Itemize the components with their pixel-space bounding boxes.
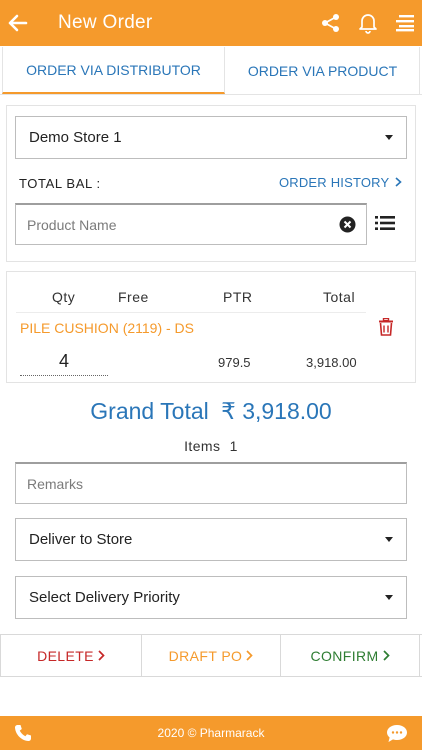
rupee-symbol: ₹ (221, 398, 236, 424)
ptr-value: 979.5 (218, 355, 251, 370)
trash-icon[interactable] (378, 318, 394, 336)
footer-copyright: 2020 © Pharmarack (157, 726, 265, 740)
delivery-priority-value: Select Delivery Priority (29, 589, 180, 606)
product-row-name: PILE CUSHION (2119) - DS (20, 320, 195, 336)
total-balance-label: TOTAL BAL : (19, 176, 101, 191)
chevron-right-icon (98, 650, 105, 661)
order-mode-tabs: ORDER VIA DISTRIBUTOR ORDER VIA PRODUCT (0, 47, 422, 95)
store-select[interactable]: Demo Store 1 (15, 116, 407, 159)
items-label: Items (184, 438, 221, 454)
action-bar: DELETE DRAFT PO CONFIRM (0, 634, 422, 677)
product-name-input[interactable]: Product Name (15, 203, 367, 245)
draft-po-button[interactable]: DRAFT PO (141, 635, 280, 676)
items-value: 1 (229, 438, 238, 454)
product-name-placeholder: Product Name (27, 216, 117, 233)
app-header: New Order (0, 0, 422, 46)
items-count: Items 1 (0, 438, 422, 454)
column-header-total: Total (323, 289, 356, 305)
grand-total-label: Grand Total (90, 398, 209, 424)
quantity-input[interactable]: 4 (20, 351, 108, 376)
list-icon[interactable] (375, 213, 395, 233)
caret-down-icon (385, 537, 393, 542)
share-icon[interactable] (318, 10, 344, 36)
column-header-qty: Qty (52, 289, 76, 305)
column-header-free: Free (118, 289, 149, 305)
tab-order-via-distributor[interactable]: ORDER VIA DISTRIBUTOR (2, 47, 225, 94)
app-footer: 2020 © Pharmarack (0, 716, 422, 750)
confirm-label: CONFIRM (310, 647, 379, 664)
delete-button[interactable]: DELETE (0, 635, 141, 676)
chevron-right-icon (246, 650, 254, 661)
delete-label: DELETE (37, 647, 94, 664)
column-header-ptr: PTR (223, 289, 253, 305)
remarks-placeholder: Remarks (27, 475, 84, 492)
grand-total-value: 3,918.00 (242, 398, 332, 424)
deliver-to-value: Deliver to Store (29, 531, 133, 548)
caret-down-icon (385, 595, 393, 600)
chevron-right-icon (382, 650, 390, 661)
chevron-right-icon (395, 177, 402, 187)
bell-icon[interactable] (355, 10, 381, 36)
tab-order-via-product[interactable]: ORDER VIA PRODUCT (226, 47, 420, 94)
delivery-priority-select[interactable]: Select Delivery Priority (15, 576, 407, 619)
order-history-link[interactable]: ORDER HISTORY (279, 175, 402, 190)
deliver-to-select[interactable]: Deliver to Store (15, 518, 407, 561)
table-divider (16, 312, 366, 313)
remarks-input[interactable]: Remarks (15, 462, 407, 504)
back-arrow-icon[interactable] (6, 8, 30, 38)
menu-icon[interactable] (392, 10, 418, 36)
page-title: New Order (58, 12, 153, 33)
draft-po-label: DRAFT PO (168, 647, 243, 664)
confirm-button[interactable]: CONFIRM (280, 635, 420, 676)
clear-icon[interactable] (339, 216, 356, 233)
order-history-label: ORDER HISTORY (278, 175, 390, 190)
grand-total: Grand Total ₹ 3,918.00 (0, 398, 422, 425)
row-total-value: 3,918.00 (306, 355, 357, 370)
chat-icon[interactable] (386, 724, 408, 743)
caret-down-icon (385, 135, 393, 140)
store-select-value: Demo Store 1 (29, 129, 122, 146)
